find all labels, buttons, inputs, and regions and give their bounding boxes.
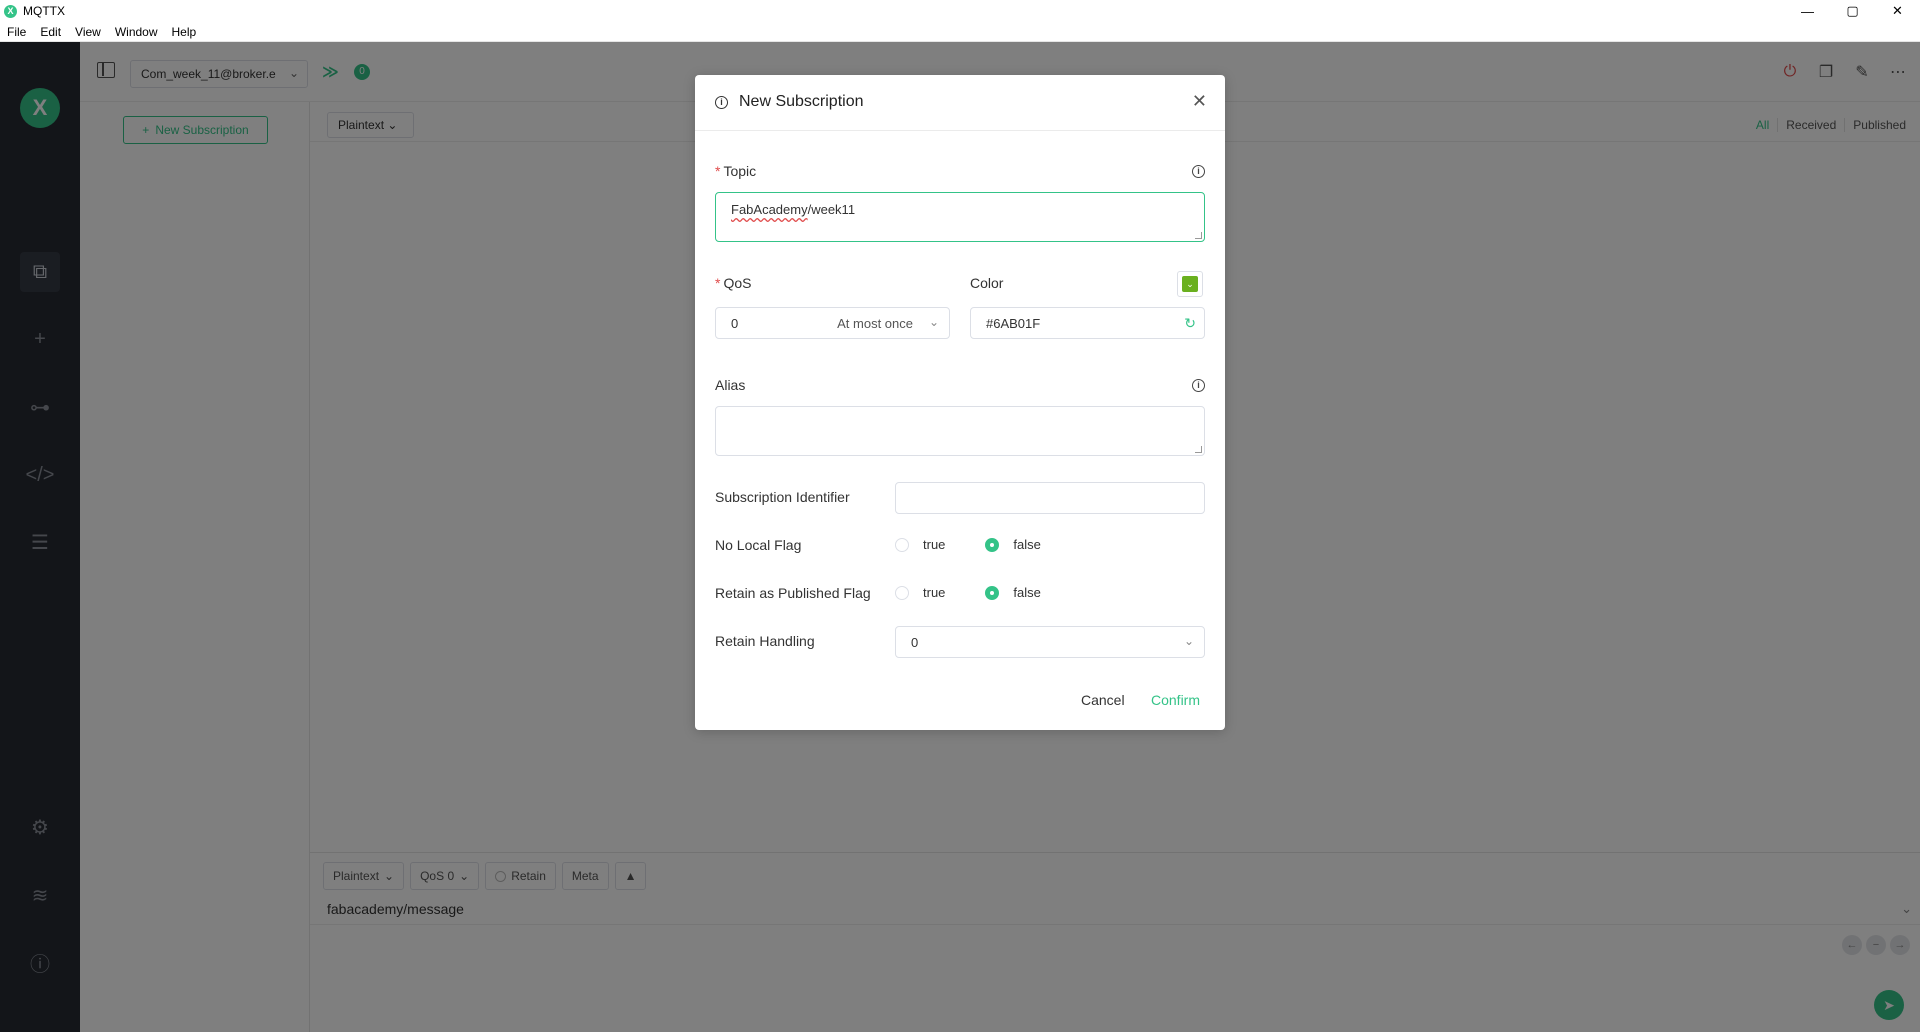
chevron-down-icon: ⌄ xyxy=(928,315,939,329)
menu-file[interactable]: File xyxy=(0,25,33,39)
rap-false-label: false xyxy=(1013,585,1041,600)
alias-input[interactable] xyxy=(715,406,1205,456)
color-input[interactable]: #6AB01F ↻ xyxy=(970,307,1205,339)
menu-edit[interactable]: Edit xyxy=(33,25,68,39)
chevron-down-icon: ⌄ xyxy=(1182,276,1198,292)
window-controls: — ▢ ✕ xyxy=(1785,0,1920,22)
alias-label: Alias xyxy=(715,377,746,393)
info-icon: i xyxy=(715,96,728,109)
refresh-color-icon[interactable]: ↻ xyxy=(1184,315,1196,332)
resize-grip-icon[interactable] xyxy=(1195,446,1202,453)
no-local-flag-group: true false xyxy=(895,537,1081,552)
retain-as-published-label: Retain as Published Flag xyxy=(715,585,871,601)
color-value: #6AB01F xyxy=(986,316,1041,331)
retain-as-published-group: true false xyxy=(895,585,1081,600)
subscription-identifier-input[interactable] xyxy=(895,482,1205,514)
rap-false-radio[interactable] xyxy=(985,585,1000,600)
minimize-button[interactable]: — xyxy=(1785,0,1830,22)
new-subscription-dialog: i New Subscription ✕ * Topic i FabAcademy… xyxy=(695,75,1225,730)
alias-help-icon[interactable]: i xyxy=(1192,379,1205,392)
close-window-button[interactable]: ✕ xyxy=(1875,0,1920,22)
topic-value-part1: FabAcademy xyxy=(731,202,808,217)
app-logo-icon: X xyxy=(4,4,17,18)
topic-label: * Topic xyxy=(715,163,756,179)
color-picker[interactable]: ⌄ xyxy=(1177,271,1203,297)
topic-label-text: Topic xyxy=(723,163,757,179)
topic-input[interactable]: FabAcademy/week11 xyxy=(715,192,1205,242)
qos-description: At most once xyxy=(837,316,913,331)
required-mark: * xyxy=(715,275,721,291)
retain-handling-value: 0 xyxy=(911,635,919,650)
maximize-button[interactable]: ▢ xyxy=(1830,0,1875,22)
no-local-false-radio[interactable] xyxy=(985,537,1000,552)
qos-value: 0 xyxy=(731,316,739,331)
no-local-true-label: true xyxy=(923,537,946,552)
required-mark: * xyxy=(715,163,721,179)
window-title: MQTTX xyxy=(23,4,65,18)
resize-grip-icon[interactable] xyxy=(1195,232,1202,239)
topic-help-icon[interactable]: i xyxy=(1192,165,1205,178)
menu-help[interactable]: Help xyxy=(165,25,204,39)
close-icon[interactable]: ✕ xyxy=(1192,91,1207,112)
menu-bar: File Edit View Window Help xyxy=(0,22,1920,42)
dialog-title: New Subscription xyxy=(739,93,864,110)
menu-view[interactable]: View xyxy=(68,25,108,39)
rap-true-radio[interactable] xyxy=(895,585,909,600)
no-local-false-label: false xyxy=(1013,537,1041,552)
confirm-button[interactable]: Confirm xyxy=(1151,692,1200,708)
dialog-header: i New Subscription ✕ xyxy=(695,75,1225,131)
qos-label-text: QoS xyxy=(723,275,752,291)
no-local-flag-label: No Local Flag xyxy=(715,537,802,553)
window-titlebar: X MQTTX — ▢ ✕ xyxy=(0,0,1920,22)
qos-label: * QoS xyxy=(715,275,751,291)
subscription-identifier-label: Subscription Identifier xyxy=(715,489,850,505)
chevron-down-icon: ⌄ xyxy=(1183,634,1194,648)
menu-window[interactable]: Window xyxy=(108,25,165,39)
no-local-true-radio[interactable] xyxy=(895,537,909,552)
qos-select[interactable]: 0 At most once ⌄ xyxy=(715,307,950,339)
retain-handling-select[interactable]: 0 ⌄ xyxy=(895,626,1205,658)
retain-handling-label: Retain Handling xyxy=(715,633,815,649)
topic-value-part2: /week11 xyxy=(807,202,856,217)
rap-true-label: true xyxy=(923,585,946,600)
cancel-button[interactable]: Cancel xyxy=(1081,692,1125,708)
color-label: Color xyxy=(970,275,1004,291)
